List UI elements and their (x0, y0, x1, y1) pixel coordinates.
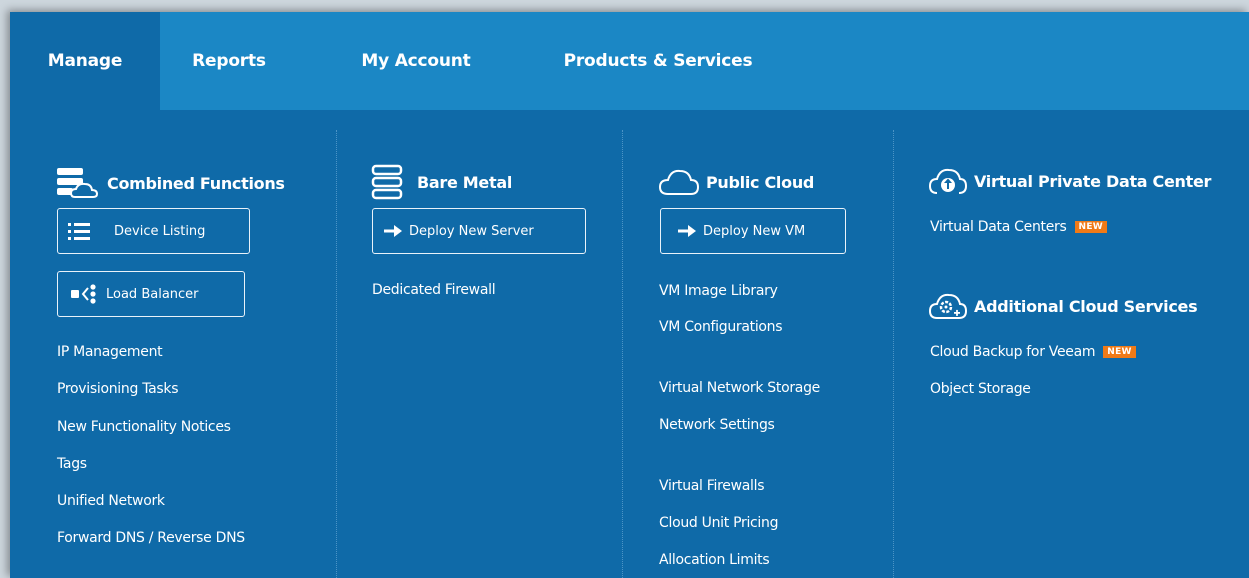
vpdc-title: Virtual Private Data Center (974, 171, 1212, 191)
bare-metal-heading: Bare Metal (371, 164, 512, 200)
device-listing-button[interactable]: Device Listing (57, 208, 250, 254)
cloud-icon (658, 167, 700, 197)
cloud-upload-icon (928, 165, 968, 197)
mega-menu-panel: Manage Reports My Account Products & Ser… (10, 12, 1249, 578)
list-icon (66, 220, 92, 242)
link-allocation-limits[interactable]: Allocation Limits (659, 552, 770, 568)
virtual-data-centers-label: Virtual Data Centers (930, 219, 1067, 235)
public-cloud-heading: Public Cloud (658, 167, 814, 197)
link-network-settings[interactable]: Network Settings (659, 417, 775, 433)
link-tags[interactable]: Tags (57, 456, 87, 472)
link-new-functionality-notices[interactable]: New Functionality Notices (57, 419, 231, 435)
link-dedicated-firewall[interactable]: Dedicated Firewall (372, 282, 496, 298)
bare-metal-title: Bare Metal (417, 172, 513, 192)
link-forward-reverse-dns[interactable]: Forward DNS / Reverse DNS (57, 530, 245, 546)
cloud-settings-icon (928, 290, 968, 322)
server-icon (371, 164, 405, 200)
tab-products-services[interactable]: Products & Services (546, 12, 770, 110)
combined-functions-title: Combined Functions (107, 173, 285, 193)
deploy-new-vm-button[interactable]: Deploy New VM (660, 208, 846, 254)
deploy-new-server-label: Deploy New Server (409, 223, 534, 239)
tab-reports[interactable]: Reports (178, 12, 280, 110)
deploy-new-vm-label: Deploy New VM (703, 223, 806, 239)
link-unified-network[interactable]: Unified Network (57, 493, 165, 509)
load-balancer-label: Load Balancer (106, 286, 199, 302)
link-virtual-data-centers[interactable]: Virtual Data Centers NEW (930, 219, 1108, 235)
additional-cloud-services-heading: Additional Cloud Services (928, 290, 1198, 322)
server-cloud-icon (55, 166, 99, 200)
new-badge: NEW (1103, 346, 1136, 358)
arrow-right-icon (677, 225, 697, 237)
link-cloud-unit-pricing[interactable]: Cloud Unit Pricing (659, 515, 778, 531)
link-virtual-firewalls[interactable]: Virtual Firewalls (659, 478, 764, 494)
device-listing-label: Device Listing (114, 223, 206, 239)
link-vm-image-library[interactable]: VM Image Library (659, 283, 778, 299)
link-provisioning-tasks[interactable]: Provisioning Tasks (57, 381, 179, 397)
tab-my-account[interactable]: My Account (346, 12, 486, 110)
link-cloud-backup-veeam[interactable]: Cloud Backup for Veeam NEW (930, 344, 1136, 360)
combined-functions-heading: Combined Functions (55, 166, 285, 200)
cloud-backup-veeam-label: Cloud Backup for Veeam (930, 344, 1096, 360)
link-virtual-network-storage[interactable]: Virtual Network Storage (659, 380, 820, 396)
column-divider (336, 130, 337, 578)
column-divider (893, 130, 894, 578)
top-nav: Manage Reports My Account Products & Ser… (10, 12, 1249, 110)
additional-cloud-services-title: Additional Cloud Services (974, 296, 1198, 316)
load-balancer-icon (70, 283, 100, 305)
vpdc-heading: Virtual Private Data Center (928, 165, 1211, 197)
new-badge: NEW (1074, 221, 1108, 233)
deploy-new-server-button[interactable]: Deploy New Server (372, 208, 586, 254)
public-cloud-title: Public Cloud (706, 172, 815, 192)
link-object-storage[interactable]: Object Storage (930, 381, 1031, 397)
arrow-right-icon (383, 225, 403, 237)
link-vm-configurations[interactable]: VM Configurations (659, 319, 783, 335)
column-divider (622, 130, 623, 578)
link-ip-management[interactable]: IP Management (57, 344, 163, 360)
tab-manage[interactable]: Manage (10, 12, 160, 110)
load-balancer-button[interactable]: Load Balancer (57, 271, 245, 317)
